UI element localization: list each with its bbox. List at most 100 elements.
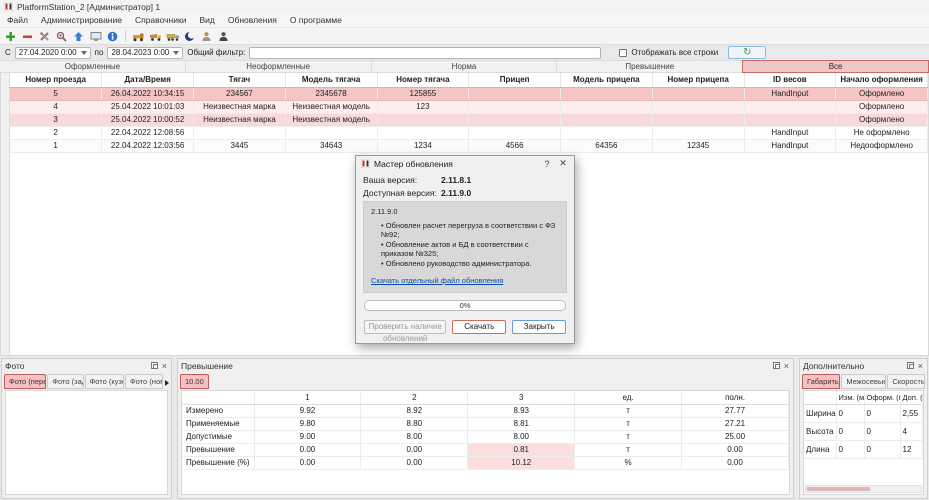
tab-speed[interactable]: Скорость [887, 374, 925, 389]
date-from-combo[interactable]: 27.04.2020 0:00 [15, 47, 91, 59]
col-trailer-model[interactable]: Модель прицепа [561, 73, 653, 87]
col-processing-start[interactable]: Начало оформления [836, 73, 928, 87]
search-icon[interactable] [54, 29, 69, 44]
close-panel-icon[interactable]: × [783, 362, 790, 370]
tab-unprocessed[interactable]: Неоформленные [185, 60, 372, 73]
scrollbar-thumb[interactable] [807, 487, 870, 491]
col-passage-number[interactable]: Номер проезда [10, 73, 102, 87]
menu-directories[interactable]: Справочники [135, 15, 187, 25]
cell[interactable] [194, 126, 286, 139]
info-icon[interactable] [105, 29, 120, 44]
table-row[interactable]: 526.04.2022 10:34:152345672345678125855H… [10, 87, 928, 100]
cell[interactable]: 125855 [377, 87, 469, 100]
cell[interactable] [652, 126, 744, 139]
tab-axle-limit[interactable]: 10.00 [180, 374, 209, 389]
show-all-rows-checkbox[interactable] [619, 49, 627, 57]
cell[interactable] [377, 126, 469, 139]
menu-updates[interactable]: Обновления [228, 15, 277, 25]
horizontal-scrollbar[interactable] [805, 485, 922, 493]
close-button[interactable]: ✕ [557, 158, 569, 169]
arrow-up-icon[interactable] [71, 29, 86, 44]
cell[interactable]: 2 [10, 126, 102, 139]
cell[interactable]: 25.04.2022 10:01:03 [102, 100, 194, 113]
cell[interactable]: Не оформлено [836, 126, 928, 139]
float-panel-icon[interactable] [907, 362, 914, 369]
cell[interactable]: Оформлено [836, 87, 928, 100]
check-updates-button[interactable]: Проверить наличие обновлений [364, 320, 446, 334]
cell[interactable] [561, 100, 653, 113]
cell[interactable]: 12345 [652, 139, 744, 152]
dialog-close-button[interactable]: Закрыть [512, 320, 566, 334]
truck-trailer-icon[interactable] [165, 29, 180, 44]
help-button[interactable]: ? [541, 159, 553, 169]
operator-icon[interactable] [199, 29, 214, 44]
menu-view[interactable]: Вид [199, 15, 214, 25]
cell[interactable] [561, 87, 653, 100]
float-panel-icon[interactable] [151, 362, 158, 369]
tools-icon[interactable] [37, 29, 52, 44]
remove-icon[interactable] [20, 29, 35, 44]
float-panel-icon[interactable] [773, 362, 780, 369]
cell[interactable]: 26.04.2022 10:34:15 [102, 87, 194, 100]
cell[interactable]: Неизвестная марка [194, 113, 286, 126]
refresh-button[interactable]: ↻ [728, 46, 766, 59]
download-separate-file-link[interactable]: Скачать отдельный файл обновления [371, 276, 503, 285]
tab-interaxle[interactable]: Межосевые [841, 374, 886, 389]
table-row[interactable]: 425.04.2022 10:01:03Неизвестная маркаНеи… [10, 100, 928, 113]
col-tractor-number[interactable]: Номер тягача [377, 73, 469, 87]
cell[interactable]: 1234 [377, 139, 469, 152]
cell[interactable] [469, 87, 561, 100]
night-mode-icon[interactable] [182, 29, 197, 44]
loader-icon[interactable] [131, 29, 146, 44]
tab-all[interactable]: Все [742, 60, 929, 73]
tab-processed[interactable]: Оформленные [0, 60, 186, 73]
tabs-overflow-arrow-icon[interactable] [165, 380, 169, 386]
cell[interactable] [469, 126, 561, 139]
tab-dimensions[interactable]: Габариты [802, 374, 840, 389]
cell[interactable] [744, 113, 836, 126]
menu-administration[interactable]: Администрирование [41, 15, 122, 25]
cell[interactable] [652, 87, 744, 100]
cell[interactable]: 3445 [194, 139, 286, 152]
cell[interactable]: HandInput [744, 139, 836, 152]
cell[interactable]: 4566 [469, 139, 561, 152]
cell[interactable] [561, 113, 653, 126]
table-row[interactable]: 222.04.2022 12:08:56 HandInputНе оформлен… [10, 126, 928, 139]
cell[interactable]: 234567 [194, 87, 286, 100]
table-row[interactable]: 325.04.2022 10:00:52Неизвестная маркаНеи… [10, 113, 928, 126]
date-to-combo[interactable]: 28.04.2023 0:00 [107, 47, 183, 59]
cell[interactable]: 25.04.2022 10:00:52 [102, 113, 194, 126]
general-filter-input[interactable] [249, 47, 601, 59]
cell[interactable]: HandInput [744, 126, 836, 139]
cell[interactable]: 22.04.2022 12:08:56 [102, 126, 194, 139]
monitor-icon[interactable] [88, 29, 103, 44]
col-tractor[interactable]: Тягач [194, 73, 286, 87]
cell[interactable] [744, 100, 836, 113]
cell[interactable] [652, 113, 744, 126]
cell[interactable] [377, 113, 469, 126]
col-trailer-number[interactable]: Номер прицепа [652, 73, 744, 87]
cell[interactable]: Неизвестная модель [285, 100, 377, 113]
cell[interactable]: 2345678 [285, 87, 377, 100]
menu-file[interactable]: Файл [7, 15, 28, 25]
tab-photo-body[interactable]: Фото (кузов) [85, 374, 124, 389]
cell[interactable] [285, 126, 377, 139]
update-dialog-titlebar[interactable]: Мастер обновления ? ✕ [356, 156, 574, 171]
col-scale-id[interactable]: ID весов [744, 73, 836, 87]
cell[interactable]: 3 [10, 113, 102, 126]
cell[interactable]: Оформлено [836, 100, 928, 113]
cell[interactable] [469, 113, 561, 126]
cell[interactable]: Оформлено [836, 113, 928, 126]
tab-photo-rear[interactable]: Фото (зад.) [47, 374, 83, 389]
cell[interactable]: 1 [10, 139, 102, 152]
cell[interactable]: 4 [10, 100, 102, 113]
tab-excess[interactable]: Превышение [556, 60, 743, 73]
close-panel-icon[interactable]: × [161, 362, 168, 370]
cell[interactable] [652, 100, 744, 113]
close-panel-icon[interactable]: × [917, 362, 924, 370]
tab-photo-trailer-plate[interactable]: Фото (номер пр [125, 374, 163, 389]
cell[interactable]: 5 [10, 87, 102, 100]
dump-truck-icon[interactable] [148, 29, 163, 44]
download-button[interactable]: Скачать [452, 320, 506, 334]
cell[interactable]: 34643 [285, 139, 377, 152]
